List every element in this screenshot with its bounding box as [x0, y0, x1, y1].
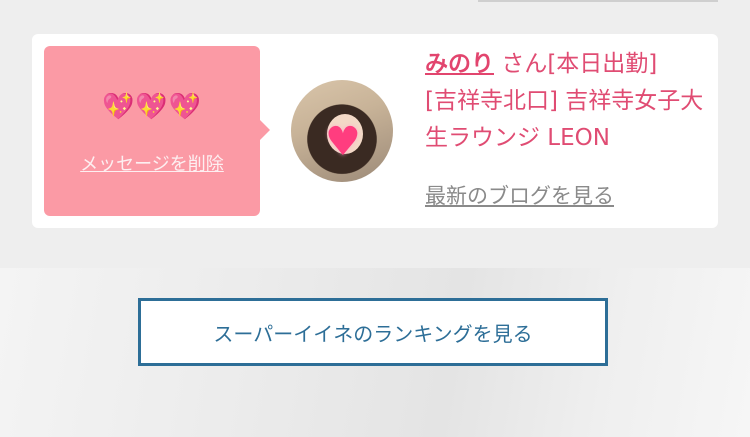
- honorific: さん: [501, 51, 548, 77]
- profile-info: みのり さん[本日出勤] [吉祥寺北口] 吉祥寺女子大生ラウンジ LEON: [425, 46, 715, 157]
- delete-message-link[interactable]: メッセージを削除: [44, 150, 260, 176]
- message-bubble: 💖💖💖 メッセージを削除: [44, 46, 270, 216]
- ranking-button[interactable]: スーパーイイネのランキングを見る: [138, 298, 608, 366]
- heart-icon: ♥: [325, 119, 361, 165]
- status-label: [本日出勤]: [547, 51, 658, 77]
- avatar[interactable]: ♥: [291, 80, 393, 182]
- super-like-card: 💖💖💖 メッセージを削除 ♥ みのり さん[本日出勤] [吉祥寺北口] 吉祥寺女…: [32, 34, 718, 228]
- shop-name: [吉祥寺北口] 吉祥寺女子大生ラウンジ LEON: [425, 88, 704, 151]
- latest-blog-link[interactable]: 最新のブログを見る: [425, 180, 614, 210]
- profile-name-link[interactable]: みのり: [425, 51, 494, 77]
- sparkling-hearts-icon: 💖💖💖: [101, 92, 203, 122]
- top-divider: [478, 0, 718, 2]
